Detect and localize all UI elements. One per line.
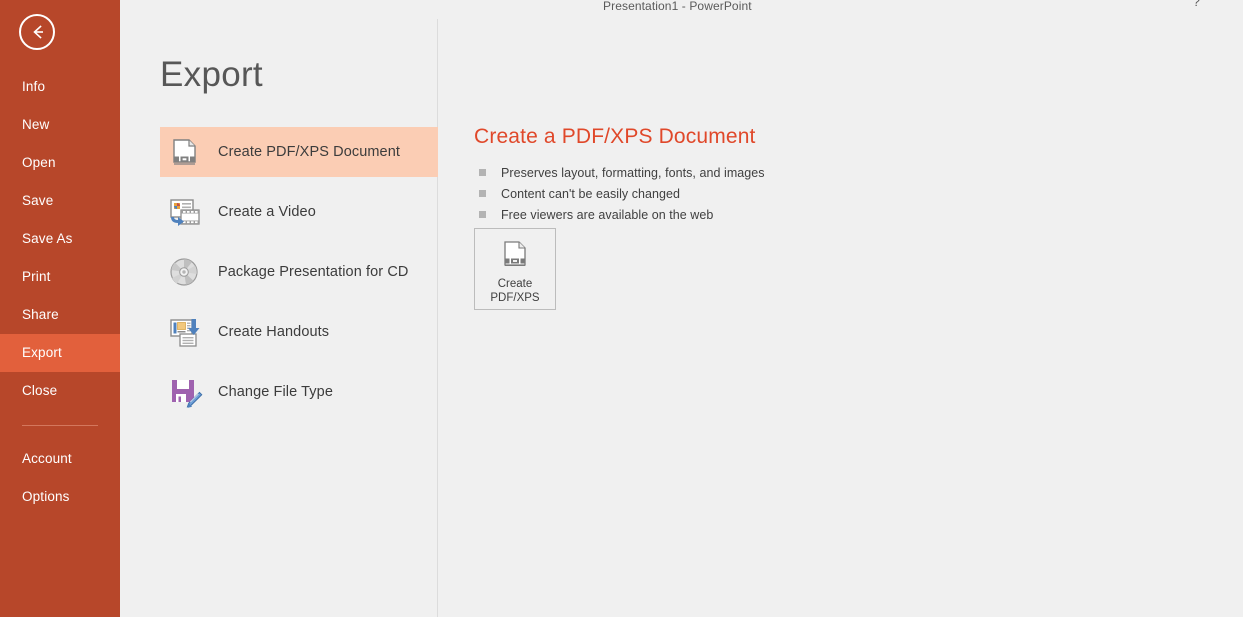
export-option-change-file-type[interactable]: Change File Type <box>160 367 438 417</box>
detail-bullet-text: Content can't be easily changed <box>501 186 681 201</box>
export-option-create-handouts[interactable]: Create Handouts <box>160 307 438 357</box>
sidebar-nav: Info New Open Save Save As Print Share E… <box>0 68 120 516</box>
page-title: Export <box>160 55 263 94</box>
sidebar-item-options[interactable]: Options <box>0 478 120 516</box>
export-option-create-pdf-xps[interactable]: Create PDF/XPS Document <box>160 127 438 177</box>
create-pdf-xps-button-label: Create PDF/XPS <box>490 277 539 305</box>
detail-bullet: Preserves layout, formatting, fonts, and… <box>474 162 1214 183</box>
sidebar-divider <box>22 425 98 426</box>
export-option-package-for-cd[interactable]: Package Presentation for CD <box>160 247 438 297</box>
handouts-icon <box>164 312 204 352</box>
sidebar-item-info[interactable]: Info <box>0 68 120 106</box>
sidebar-item-export[interactable]: Export <box>0 334 120 372</box>
export-option-create-video[interactable]: Create a Video <box>160 187 438 237</box>
sidebar-item-save-as[interactable]: Save As <box>0 220 120 258</box>
export-option-label: Create Handouts <box>218 324 330 340</box>
create-pdf-xps-button-line1: Create <box>497 278 533 290</box>
sidebar-item-open[interactable]: Open <box>0 144 120 182</box>
export-options-list: Create PDF/XPS Document Create a Video P… <box>160 127 438 427</box>
sidebar-item-account[interactable]: Account <box>0 440 120 478</box>
sidebar-item-save[interactable]: Save <box>0 182 120 220</box>
cd-disc-icon <box>164 252 204 292</box>
title-bar: Presentation1 - PowerPoint ? <box>120 0 1243 19</box>
sidebar-item-print[interactable]: Print <box>0 258 120 296</box>
export-option-label: Create a Video <box>218 204 316 220</box>
sidebar-item-close[interactable]: Close <box>0 372 120 410</box>
powerpoint-backstage-export: Presentation1 - PowerPoint ? Info New Op… <box>0 0 1243 617</box>
create-pdf-xps-button[interactable]: Create PDF/XPS <box>474 228 556 310</box>
pdf-document-icon <box>504 241 526 267</box>
pdf-document-icon <box>164 132 204 172</box>
back-arrow-icon[interactable] <box>19 14 55 50</box>
detail-bullet-text: Preserves layout, formatting, fonts, and… <box>501 165 765 180</box>
create-pdf-xps-button-line2: PDF/XPS <box>490 292 540 304</box>
detail-bullet: Free viewers are available on the web <box>474 204 1214 225</box>
detail-title: Create a PDF/XPS Document <box>474 125 756 148</box>
detail-bullet: Content can't be easily changed <box>474 183 1214 204</box>
floppy-pencil-icon <box>164 372 204 412</box>
bullet-square-icon <box>479 169 486 176</box>
help-icon[interactable]: ? <box>1193 0 1200 9</box>
export-detail-pane: Create a PDF/XPS Document Preserves layo… <box>474 125 1214 310</box>
export-option-label: Package Presentation for CD <box>218 264 409 280</box>
sidebar-item-new[interactable]: New <box>0 106 120 144</box>
sidebar-item-share[interactable]: Share <box>0 296 120 334</box>
bullet-square-icon <box>479 211 486 218</box>
export-option-label: Create PDF/XPS Document <box>218 144 401 160</box>
export-option-label: Change File Type <box>218 384 333 400</box>
video-icon <box>164 192 204 232</box>
backstage-sidebar: Info New Open Save Save As Print Share E… <box>0 0 120 617</box>
window-title: Presentation1 - PowerPoint <box>603 0 752 13</box>
detail-bullet-text: Free viewers are available on the web <box>501 207 714 222</box>
bullet-square-icon <box>479 190 486 197</box>
